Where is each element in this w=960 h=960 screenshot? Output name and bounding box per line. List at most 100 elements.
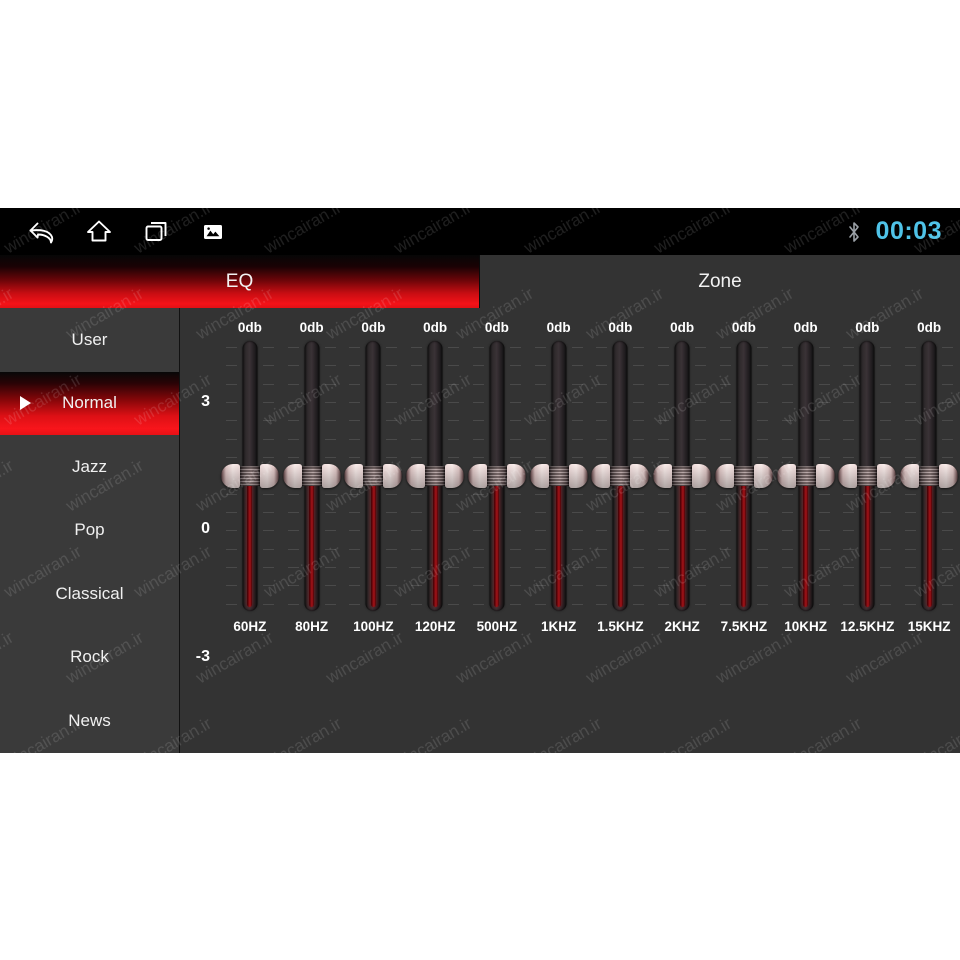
slider-thumb[interactable] [653,463,712,489]
slider-fill [803,476,809,607]
band-slider[interactable] [838,341,897,611]
eq-band: 0db 100HZ [344,318,403,648]
tab-eq[interactable]: EQ [0,255,480,308]
thumb-center-cap [239,466,260,486]
preset-label: News [68,710,111,730]
home-icon[interactable] [84,217,114,247]
slider-fill [864,476,870,607]
sidebar-item-jazz[interactable]: Jazz [0,435,179,499]
slider-thumb[interactable] [467,463,526,489]
slider-fill [679,476,685,607]
thumb-left-lobe [282,464,302,488]
band-frequency-label: 7.5KHZ [720,619,768,634]
band-slider[interactable] [714,341,773,611]
slider-fill [617,476,623,607]
sidebar-item-rock[interactable]: Rock [0,626,179,690]
band-slider[interactable] [900,341,959,611]
band-slider[interactable] [653,341,712,611]
slider-thumb[interactable] [344,463,403,489]
sidebar-item-pop[interactable]: Pop [0,499,179,563]
thumb-left-lobe [900,464,920,488]
scale-label-middle: 0 [201,520,210,537]
slider-fill [926,476,932,607]
equalizer-bands: 0db 60HZ 0db 80HZ 0db 100HZ 0db 120HZ 0db 500HZ 0d… [219,308,960,753]
band-slider[interactable] [220,341,279,611]
back-icon[interactable] [27,217,57,247]
band-value-label: 0db [237,320,262,335]
band-slider[interactable] [344,341,403,611]
tab-bar: EQ Zone [0,255,960,308]
thumb-right-lobe [259,464,279,488]
slider-fill [556,476,562,607]
slider-fill [370,476,376,607]
slider-thumb[interactable] [282,463,341,489]
band-slider[interactable] [282,341,341,611]
band-value-label: 0db [855,320,880,335]
eq-band: 0db 12.5KHZ [838,318,897,648]
thumb-right-lobe [939,464,959,488]
eq-band: 0db 2KHZ [653,318,712,648]
slider-thumb[interactable] [591,463,650,489]
thumb-center-cap [610,466,631,486]
band-frequency-label: 60HZ [233,619,267,634]
slider-fill [741,476,747,607]
band-slider[interactable] [467,341,526,611]
band-slider[interactable] [591,341,650,611]
slider-fill [247,476,253,607]
band-value-label: 0db [731,320,756,335]
thumb-center-cap [919,466,940,486]
sidebar-item-news[interactable]: News [0,689,179,753]
thumb-left-lobe [529,464,549,488]
slider-thumb[interactable] [714,463,773,489]
thumb-center-cap [425,466,446,486]
band-slider[interactable] [529,341,588,611]
thumb-left-lobe [406,464,426,488]
band-slider[interactable] [406,341,465,611]
slider-thumb[interactable] [900,463,959,489]
thumb-right-lobe [753,464,773,488]
sidebar-item-user[interactable]: User [0,308,179,372]
thumb-right-lobe [445,464,465,488]
eq-band: 0db 80HZ [282,318,341,648]
band-value-label: 0db [361,320,386,335]
band-value-label: 0db [917,320,942,335]
slider-thumb[interactable] [220,463,279,489]
eq-band: 0db 15KHZ [900,318,959,648]
status-bar: 00:03 [0,208,960,255]
device-screen: 00:03 EQ Zone User Normal Jazz Pop Class… [0,208,960,753]
tab-zone[interactable]: Zone [480,255,960,308]
thumb-right-lobe [630,464,650,488]
preset-label: Pop [74,520,105,540]
thumb-right-lobe [568,464,588,488]
slider-fill [494,476,500,607]
status-clock: 00:03 [875,217,942,245]
eq-band: 0db 500HZ [467,318,526,648]
recents-icon[interactable] [141,217,171,247]
thumb-center-cap [363,466,384,486]
slider-fill [309,476,315,607]
band-frequency-label: 1.5KHZ [597,619,644,634]
play-triangle-icon [20,396,31,411]
thumb-left-lobe [467,464,487,488]
thumb-left-lobe [776,464,796,488]
content-area: User Normal Jazz Pop Classical Rock News… [0,308,960,753]
band-frequency-label: 120HZ [414,619,456,634]
screenshot-icon[interactable] [198,217,228,247]
sidebar-item-normal[interactable]: Normal [0,371,179,435]
slider-thumb[interactable] [776,463,835,489]
slider-thumb[interactable] [529,463,588,489]
sidebar-item-classical[interactable]: Classical [0,562,179,626]
thumb-center-cap [486,466,507,486]
eq-band: 0db 60HZ [220,318,279,648]
band-frequency-label: 1KHZ [540,619,577,634]
slider-fill [432,476,438,607]
slider-thumb[interactable] [406,463,465,489]
band-frequency-label: 10KHZ [784,619,827,634]
slider-thumb[interactable] [838,463,897,489]
band-value-label: 0db [670,320,695,335]
thumb-center-cap [857,466,878,486]
preset-sidebar: User Normal Jazz Pop Classical Rock News [0,308,180,753]
band-slider[interactable] [776,341,835,611]
band-value-label: 0db [423,320,448,335]
preset-label: Normal [62,393,117,413]
